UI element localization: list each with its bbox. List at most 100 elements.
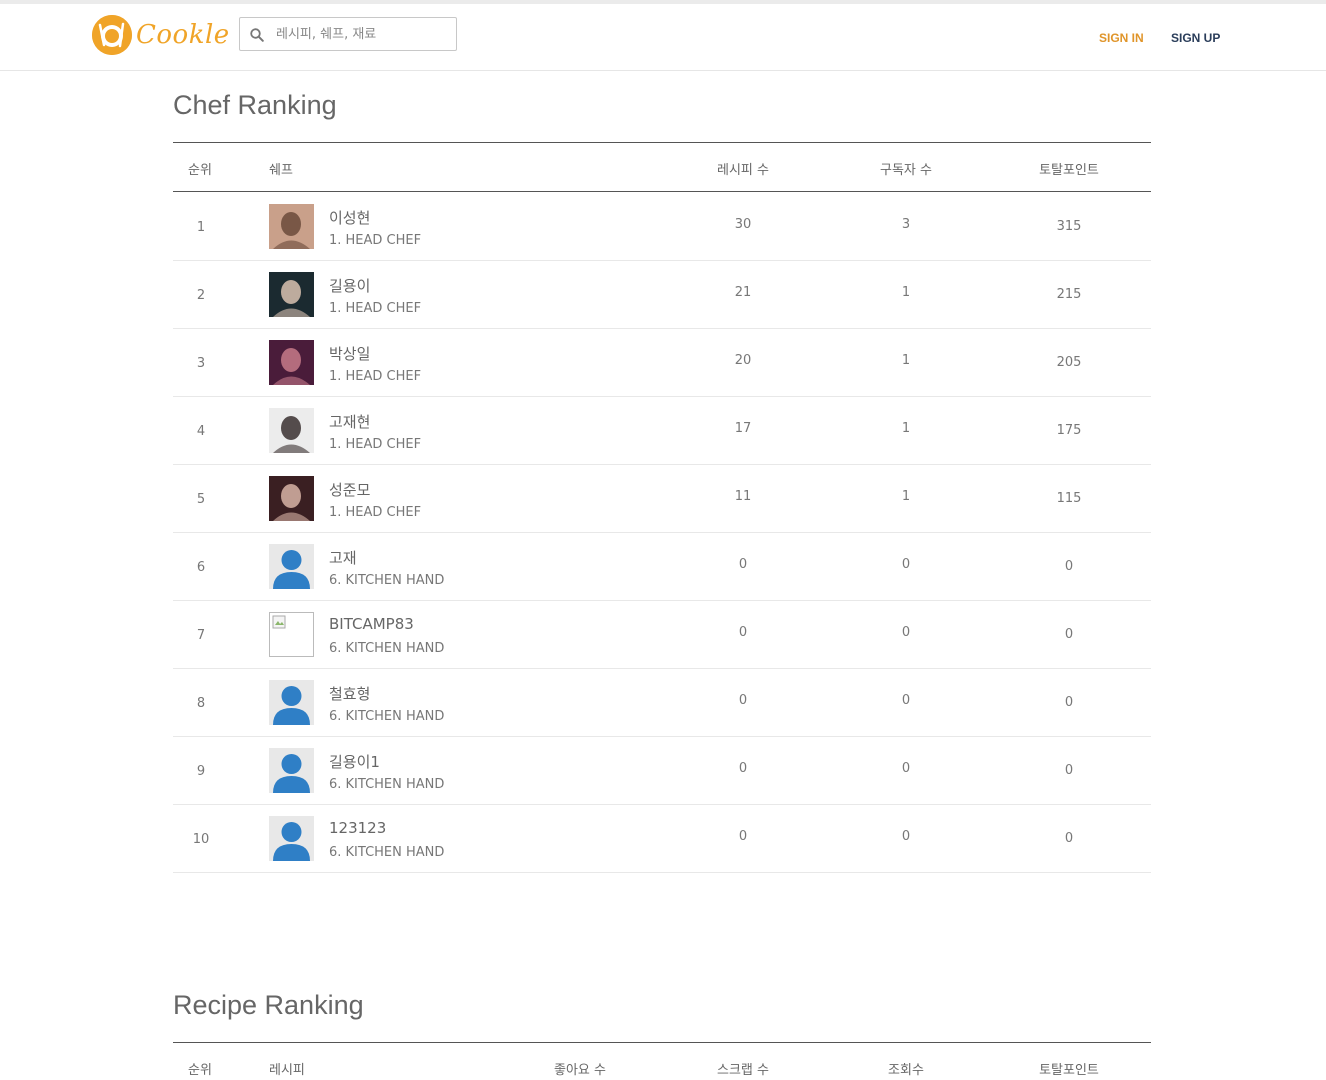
- subscriber-count: 0: [901, 625, 911, 640]
- recipe-count: 0: [738, 625, 748, 640]
- search-input[interactable]: [276, 26, 446, 42]
- chef-name[interactable]: 길용이: [329, 275, 370, 296]
- total-points: 205: [1056, 355, 1082, 370]
- column-header-points: 토탈포인트: [1039, 163, 1099, 178]
- rank-cell: 9: [196, 764, 206, 779]
- logo-text: Cookle: [136, 20, 230, 50]
- recipe-count: 17: [734, 421, 752, 436]
- recipe-count: 20: [734, 353, 752, 368]
- column-header-recipe: 레시피: [269, 1063, 305, 1078]
- sign-up-link[interactable]: SIGN UP: [1171, 31, 1220, 45]
- column-header-points: 토탈포인트: [1039, 1063, 1099, 1078]
- search-box: [239, 17, 457, 51]
- chef-grade: 1. HEAD CHEF: [329, 301, 422, 316]
- sign-in-link[interactable]: SIGN IN: [1099, 31, 1144, 45]
- rank-cell: 4: [196, 424, 206, 439]
- chef-name[interactable]: 철효형: [329, 683, 370, 704]
- subscriber-count: 1: [901, 421, 911, 436]
- subscriber-count: 1: [901, 489, 911, 504]
- logo-icon: [92, 15, 132, 55]
- total-points: 0: [1064, 831, 1074, 846]
- recipe-count: 0: [738, 829, 748, 844]
- rank-cell: 8: [196, 696, 206, 711]
- subscriber-count: 1: [901, 285, 911, 300]
- total-points: 0: [1064, 763, 1074, 778]
- avatar[interactable]: [269, 408, 314, 453]
- rank-cell: 3: [196, 356, 206, 371]
- recipe-count: 21: [734, 285, 752, 300]
- total-points: 0: [1064, 559, 1074, 574]
- rank-cell: 5: [196, 492, 206, 507]
- avatar[interactable]: [269, 204, 314, 249]
- recipe-count: 30: [734, 217, 752, 232]
- table-row[interactable]: 10 123123 6. KITCHEN HAND 0 0 0: [173, 804, 1151, 873]
- table-row[interactable]: 1 이성현 1. HEAD CHEF 30 3 315: [173, 192, 1151, 261]
- table-row[interactable]: 8 철효형 6. KITCHEN HAND 0 0 0: [173, 668, 1151, 737]
- chef-grade: 6. KITCHEN HAND: [329, 641, 445, 656]
- avatar[interactable]: [269, 340, 314, 385]
- chef-grade: 6. KITCHEN HAND: [329, 845, 445, 860]
- chef-name[interactable]: 고재현: [329, 411, 370, 432]
- subscriber-count: 0: [901, 557, 911, 572]
- avatar[interactable]: [269, 816, 314, 861]
- recipe-ranking-title: Recipe Ranking: [173, 990, 364, 1020]
- avatar[interactable]: [269, 612, 314, 657]
- column-header-recipes: 레시피 수: [717, 163, 769, 178]
- column-header-likes: 좋아요 수: [554, 1063, 606, 1078]
- recipe-count: 0: [738, 761, 748, 776]
- chef-name[interactable]: 박상일: [329, 343, 370, 364]
- rank-cell: 2: [196, 288, 206, 303]
- table-row[interactable]: 4 고재현 1. HEAD CHEF 17 1 175: [173, 396, 1151, 465]
- total-points: 0: [1064, 695, 1074, 710]
- table-row[interactable]: 6 고재 6. KITCHEN HAND 0 0 0: [173, 532, 1151, 601]
- subscriber-count: 3: [901, 217, 911, 232]
- chef-name[interactable]: 이성현: [329, 207, 370, 228]
- chef-grade: 1. HEAD CHEF: [329, 437, 422, 452]
- recipe-count: 11: [734, 489, 752, 504]
- avatar[interactable]: [269, 476, 314, 521]
- search-icon[interactable]: [250, 27, 264, 42]
- site-header: Cookle SIGN IN SIGN UP: [0, 4, 1326, 71]
- total-points: 315: [1056, 219, 1082, 234]
- recipe-count: 0: [738, 557, 748, 572]
- chef-name[interactable]: 고재: [329, 547, 357, 568]
- chef-grade: 6. KITCHEN HAND: [329, 777, 445, 792]
- chef-name[interactable]: BITCAMP83: [329, 615, 414, 633]
- chef-grade: 1. HEAD CHEF: [329, 369, 422, 384]
- subscriber-count: 0: [901, 829, 911, 844]
- chef-name[interactable]: 길용이1: [329, 751, 380, 772]
- chef-name[interactable]: 123123: [329, 819, 386, 837]
- chef-ranking-title: Chef Ranking: [173, 90, 337, 120]
- avatar[interactable]: [269, 748, 314, 793]
- chef-grade: 6. KITCHEN HAND: [329, 573, 445, 588]
- column-header-subscribers: 구독자 수: [880, 163, 932, 178]
- column-header-rank: 순위: [188, 1063, 212, 1078]
- column-header-rank: 순위: [188, 163, 212, 178]
- chef-name[interactable]: 성준모: [329, 479, 370, 500]
- chef-grade: 6. KITCHEN HAND: [329, 709, 445, 724]
- logo[interactable]: Cookle: [92, 14, 230, 56]
- table-row[interactable]: 2 길용이 1. HEAD CHEF 21 1 215: [173, 260, 1151, 329]
- chef-grade: 1. HEAD CHEF: [329, 233, 422, 248]
- total-points: 215: [1056, 287, 1082, 302]
- table-row[interactable]: 9 길용이1 6. KITCHEN HAND 0 0 0: [173, 736, 1151, 805]
- rank-cell: 7: [196, 628, 206, 643]
- column-header-scraps: 스크랩 수: [717, 1063, 769, 1078]
- table-row[interactable]: 7 BITCAMP83 6. KITCHEN HAND 0 0 0: [173, 600, 1151, 669]
- recipe-table-top-rule: [173, 1042, 1151, 1043]
- table-row[interactable]: 5 성준모 1. HEAD CHEF 11 1 115: [173, 464, 1151, 533]
- table-row[interactable]: 3 박상일 1. HEAD CHEF 20 1 205: [173, 328, 1151, 397]
- subscriber-count: 0: [901, 761, 911, 776]
- chef-table-top-rule: [173, 142, 1151, 143]
- avatar[interactable]: [269, 544, 314, 589]
- rank-cell: 1: [196, 220, 206, 235]
- subscriber-count: 1: [901, 353, 911, 368]
- rank-cell: 6: [196, 560, 206, 575]
- avatar[interactable]: [269, 680, 314, 725]
- total-points: 115: [1056, 491, 1082, 506]
- avatar[interactable]: [269, 272, 314, 317]
- column-header-chef: 쉐프: [269, 163, 293, 178]
- recipe-count: 0: [738, 693, 748, 708]
- subscriber-count: 0: [901, 693, 911, 708]
- column-header-views: 조회수: [888, 1063, 924, 1078]
